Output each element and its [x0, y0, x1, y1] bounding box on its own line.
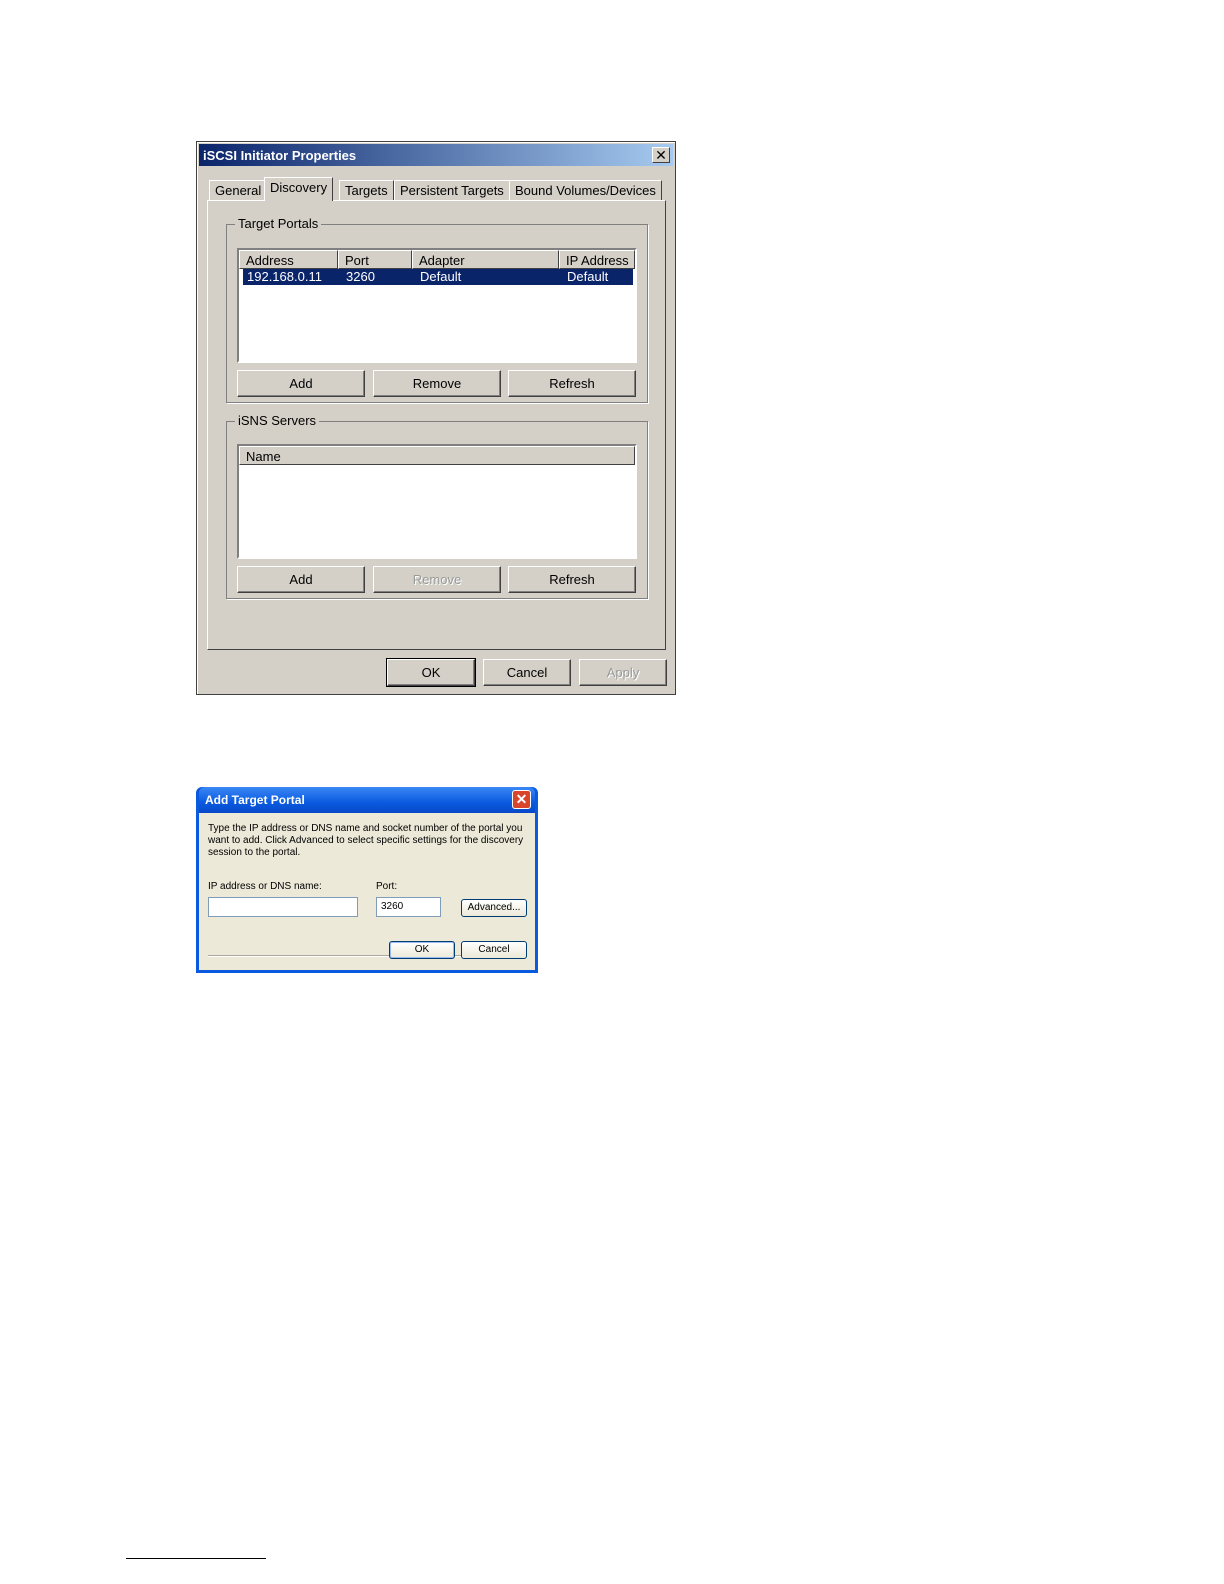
add-portal-title: Add Target Portal — [205, 793, 305, 807]
target-portals-add-button[interactable]: Add — [237, 370, 365, 397]
cell-address: 192.168.0.11 — [247, 269, 322, 284]
xp-title-bar[interactable]: Add Target Portal ✕ — [199, 787, 535, 813]
port-input[interactable]: 3260 — [376, 897, 441, 917]
advanced-button[interactable]: Advanced... — [461, 899, 527, 917]
cancel-button[interactable]: Cancel — [483, 659, 571, 686]
cell-ip-address: Default — [567, 269, 609, 284]
add-portal-description: Type the IP address or DNS name and sock… — [208, 823, 524, 858]
tab-targets[interactable]: Targets — [339, 180, 394, 200]
target-portals-legend: Target Portals — [235, 216, 322, 231]
tab-discovery[interactable]: Discovery — [264, 177, 334, 201]
isns-remove-button: Remove — [373, 566, 501, 593]
ok-button[interactable]: OK — [386, 658, 476, 687]
add-portal-cancel-button[interactable]: Cancel — [461, 941, 527, 959]
target-portals-list[interactable]: Address Port Adapter IP Address 192.168.… — [237, 248, 637, 363]
ip-address-label: IP address or DNS name: — [208, 881, 322, 892]
column-header-port[interactable]: Port — [338, 250, 412, 269]
column-header-ip-address[interactable]: IP Address — [559, 250, 635, 269]
add-target-portal-dialog: Add Target Portal ✕ Type the IP address … — [196, 787, 538, 973]
isns-refresh-button[interactable]: Refresh — [508, 566, 636, 593]
title-bar[interactable]: iSCSI Initiator Properties ✕ — [199, 144, 673, 166]
target-portals-group: Target Portals Address Port Adapter IP A… — [226, 216, 648, 403]
column-header-name[interactable]: Name — [239, 446, 635, 465]
close-icon[interactable]: ✕ — [652, 147, 670, 163]
ip-address-input[interactable] — [208, 897, 358, 917]
tab-persistent-targets[interactable]: Persistent Targets — [394, 180, 510, 200]
cell-port: 3260 — [346, 269, 375, 284]
footnote-rule — [126, 1558, 266, 1559]
target-portals-refresh-button[interactable]: Refresh — [508, 370, 636, 397]
table-row[interactable]: 192.168.0.11 3260 Default Default — [243, 269, 633, 285]
add-portal-ok-button[interactable]: OK — [389, 941, 455, 959]
port-label: Port: — [376, 881, 398, 892]
dialog-title: iSCSI Initiator Properties — [203, 148, 357, 163]
isns-servers-group: iSNS Servers Name Add Remove Refresh — [226, 413, 648, 599]
isns-servers-legend: iSNS Servers — [235, 413, 320, 428]
cell-adapter: Default — [420, 269, 462, 284]
isns-servers-list[interactable]: Name — [237, 444, 637, 559]
column-header-adapter[interactable]: Adapter — [412, 250, 559, 269]
isns-add-button[interactable]: Add — [237, 566, 365, 593]
iscsi-initiator-properties-dialog: iSCSI Initiator Properties ✕ General Dis… — [196, 141, 676, 695]
column-header-address[interactable]: Address — [239, 250, 338, 269]
tab-general[interactable]: General — [209, 180, 268, 200]
target-portals-remove-button[interactable]: Remove — [373, 370, 501, 397]
tab-bound-volumes-devices[interactable]: Bound Volumes/Devices — [509, 180, 662, 200]
close-icon[interactable]: ✕ — [512, 790, 531, 809]
add-portal-body: Type the IP address or DNS name and sock… — [199, 813, 535, 970]
apply-button: Apply — [579, 659, 667, 686]
discovery-panel: Target Portals Address Port Adapter IP A… — [207, 200, 666, 650]
